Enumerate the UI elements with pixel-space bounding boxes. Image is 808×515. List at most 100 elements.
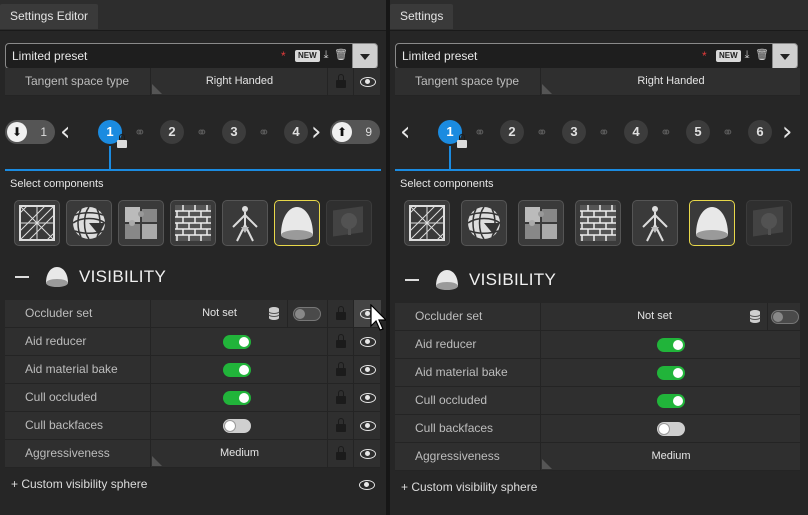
lock-cell[interactable] — [327, 300, 354, 327]
aid-material-bake-toggle[interactable] — [657, 366, 685, 380]
preset-dropdown-button[interactable] — [772, 43, 798, 69]
puzzle-icon[interactable] — [518, 200, 564, 246]
disabled-tree-icon — [746, 200, 792, 246]
visibility-section-header[interactable]: VISIBILITY — [0, 255, 386, 299]
collapse-icon[interactable] — [15, 276, 29, 278]
lod-lock-icon — [117, 134, 127, 148]
chevron-right-icon[interactable]: › — [782, 119, 798, 145]
tangent-space-row: Tangent space type Right Handed — [5, 68, 380, 96]
cull-occluded-toggle[interactable] — [223, 391, 251, 405]
aid-reducer-toggle[interactable] — [223, 335, 251, 349]
new-preset-button[interactable]: NEW — [716, 50, 741, 62]
corner-marker — [542, 84, 552, 94]
tab-settings[interactable]: Settings — [390, 4, 454, 29]
lod-3[interactable]: 3 — [222, 120, 246, 144]
lod-selector: ‹ 1 ⚭ 2 ⚭ 3 ⚭ 4 ⚭ 5 ⚭ 6 › — [390, 108, 808, 170]
aid-reducer-toggle[interactable] — [657, 338, 685, 352]
lock-cell[interactable] — [327, 328, 354, 355]
lod-2[interactable]: 2 — [500, 120, 524, 144]
custom-visibility-label: + Custom visibility sphere — [401, 480, 538, 494]
link-icon: ⚭ — [134, 124, 146, 140]
sphere-grid-icon[interactable] — [461, 200, 507, 246]
wireframe-icon[interactable] — [14, 200, 60, 246]
cull-occluded-toggle[interactable] — [657, 394, 685, 408]
lod-underline — [395, 169, 800, 171]
preset-selector[interactable]: Limited preset * NEW ⤓ 🗑 — [5, 43, 378, 69]
lock-cell[interactable] — [327, 412, 354, 439]
preset-name: Limited preset — [12, 49, 88, 63]
lod-end-pill[interactable]: ⬆ 9 — [330, 120, 380, 144]
sphere-grid-icon[interactable] — [66, 200, 112, 246]
eye-cell[interactable] — [353, 356, 381, 383]
eye-icon — [360, 392, 376, 404]
lock-cell[interactable] — [327, 384, 354, 411]
chevron-right-icon[interactable]: › — [311, 119, 327, 145]
select-components-label: Select components — [10, 178, 104, 190]
tangent-space-value[interactable]: Right Handed — [150, 68, 328, 95]
eye-icon[interactable] — [359, 479, 375, 491]
collapse-icon[interactable] — [405, 279, 419, 281]
lock-cell[interactable] — [327, 68, 354, 95]
database-icon[interactable] — [749, 309, 761, 324]
eye-cell[interactable] — [353, 68, 381, 95]
eye-cell[interactable] — [353, 440, 381, 467]
lock-cell[interactable] — [327, 356, 354, 383]
aid-material-bake-toggle[interactable] — [223, 363, 251, 377]
database-icon[interactable] — [268, 306, 280, 321]
lod-start-pill[interactable]: ⬇ 1 — [5, 120, 55, 144]
row-label: Occluder set — [25, 306, 93, 320]
eye-icon — [360, 448, 376, 460]
wireframe-icon[interactable] — [404, 200, 450, 246]
eye-cell[interactable] — [353, 412, 381, 439]
cull-backfaces-row: Cull backfaces — [395, 415, 800, 443]
custom-visibility-sphere-row[interactable]: + Custom visibility sphere — [395, 473, 800, 501]
row-label: Aid reducer — [415, 337, 477, 351]
skeleton-icon[interactable] — [222, 200, 268, 246]
delete-preset-icon[interactable]: 🗑 — [334, 48, 348, 62]
link-icon: ⚭ — [660, 124, 672, 140]
cull-backfaces-toggle[interactable] — [223, 419, 251, 433]
aggressiveness-row: Aggressiveness Medium — [5, 440, 380, 468]
visibility-section-header[interactable]: VISIBILITY — [390, 258, 808, 302]
skeleton-icon[interactable] — [632, 200, 678, 246]
lod-2[interactable]: 2 — [160, 120, 184, 144]
lod-4[interactable]: 4 — [624, 120, 648, 144]
lod-4[interactable]: 4 — [284, 120, 308, 144]
cull-backfaces-toggle[interactable] — [657, 422, 685, 436]
save-preset-icon[interactable]: ⤓ — [320, 48, 332, 62]
tab-settings-editor[interactable]: Settings Editor — [0, 4, 99, 29]
tangent-space-row: Tangent space type Right Handed — [395, 68, 800, 96]
lock-icon — [336, 418, 346, 432]
value-text: Right Handed — [637, 75, 705, 87]
tangent-space-value[interactable]: Right Handed — [540, 68, 801, 95]
eye-cell[interactable] — [353, 328, 381, 355]
aggressiveness-value[interactable]: Medium — [150, 440, 328, 467]
dome-icon[interactable] — [689, 200, 735, 246]
brick-icon[interactable] — [170, 200, 216, 246]
occluder-toggle[interactable] — [771, 310, 799, 324]
lod-3[interactable]: 3 — [562, 120, 586, 144]
row-label: Cull occluded — [415, 393, 488, 407]
eye-cell[interactable] — [353, 384, 381, 411]
arrow-down-icon: ⬇ — [7, 122, 27, 142]
custom-visibility-sphere-row[interactable]: + Custom visibility sphere — [5, 470, 380, 498]
occluder-set-value[interactable]: Not set — [540, 303, 768, 330]
aggressiveness-value[interactable]: Medium — [540, 443, 801, 470]
occluder-toggle[interactable] — [293, 307, 321, 321]
lod-5[interactable]: 5 — [686, 120, 710, 144]
puzzle-icon[interactable] — [118, 200, 164, 246]
lod-selector: ⬇ 1 ‹ 1 ⚭ 2 ⚭ 3 ⚭ 4 › ⬆ 9 — [0, 108, 386, 170]
chevron-left-icon[interactable]: ‹ — [400, 119, 416, 145]
lod-6[interactable]: 6 — [748, 120, 772, 144]
preset-selector[interactable]: Limited preset * NEW ⤓ 🗑 — [395, 43, 798, 69]
brick-icon[interactable] — [575, 200, 621, 246]
chevron-left-icon[interactable]: ‹ — [60, 119, 76, 145]
delete-preset-icon[interactable]: 🗑 — [755, 48, 769, 62]
save-preset-icon[interactable]: ⤓ — [741, 48, 753, 62]
lock-cell[interactable] — [327, 440, 354, 467]
preset-dropdown-button[interactable] — [352, 43, 378, 69]
new-preset-button[interactable]: NEW — [295, 50, 320, 62]
tab-bar: Settings Editor — [0, 0, 386, 31]
section-title: VISIBILITY — [79, 267, 167, 286]
dome-icon[interactable] — [274, 200, 320, 246]
